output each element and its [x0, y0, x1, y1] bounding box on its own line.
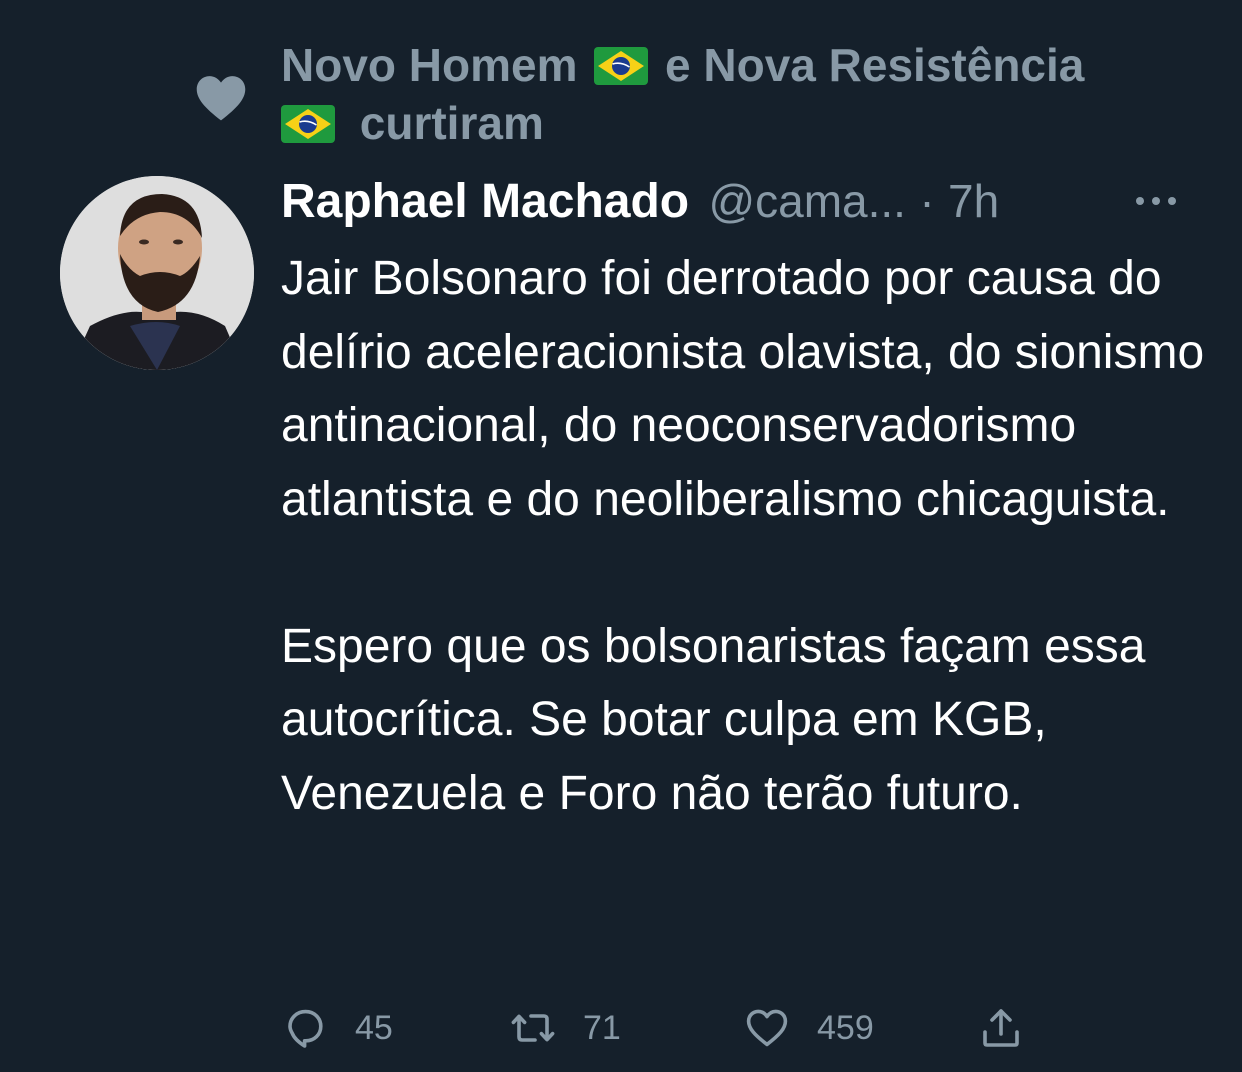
retweet-button[interactable]: 71: [509, 1000, 621, 1056]
tweet-paragraph: Espero que os bolsonaristas façam essa a…: [281, 619, 1146, 820]
brazil-flag-icon: [281, 105, 335, 143]
liked-action-label: curtiram: [359, 97, 544, 149]
like-count: 459: [817, 1008, 874, 1047]
tweet-header: Raphael Machado @cama... · 7h: [281, 170, 1211, 232]
share-button[interactable]: [977, 1000, 1025, 1056]
heart-icon: [196, 76, 246, 121]
separator-dot: ·: [919, 175, 935, 227]
liker-name-1[interactable]: Novo Homem: [281, 39, 577, 91]
social-context-text: Novo Homem e Nova Resistência curtiram: [281, 36, 1211, 152]
retweet-icon: [511, 1014, 555, 1042]
more-options-icon[interactable]: [1132, 190, 1180, 212]
tweet-text: Jair Bolsonaro foi derrotado por causa d…: [281, 242, 1231, 830]
author-name[interactable]: Raphael Machado: [281, 175, 689, 228]
author-handle[interactable]: @cama...: [708, 175, 906, 227]
reply-icon: [288, 1009, 323, 1048]
brazil-flag-icon: [594, 47, 649, 85]
like-button[interactable]: 459: [743, 1000, 874, 1056]
retweet-count: 71: [583, 1008, 621, 1047]
liker-connector[interactable]: e Nova Resistência: [665, 39, 1084, 91]
reply-count: 45: [355, 1008, 393, 1047]
avatar-image: [60, 176, 254, 370]
reply-button[interactable]: 45: [281, 1000, 393, 1056]
heart-icon: [746, 1009, 788, 1047]
avatar[interactable]: [60, 176, 254, 370]
share-icon: [983, 1009, 1019, 1047]
tweet-timestamp[interactable]: 7h: [948, 175, 999, 227]
tweet-actions: 45 71 459: [281, 1000, 1231, 1060]
tweet-paragraph: Jair Bolsonaro foi derrotado por causa d…: [281, 252, 1205, 526]
